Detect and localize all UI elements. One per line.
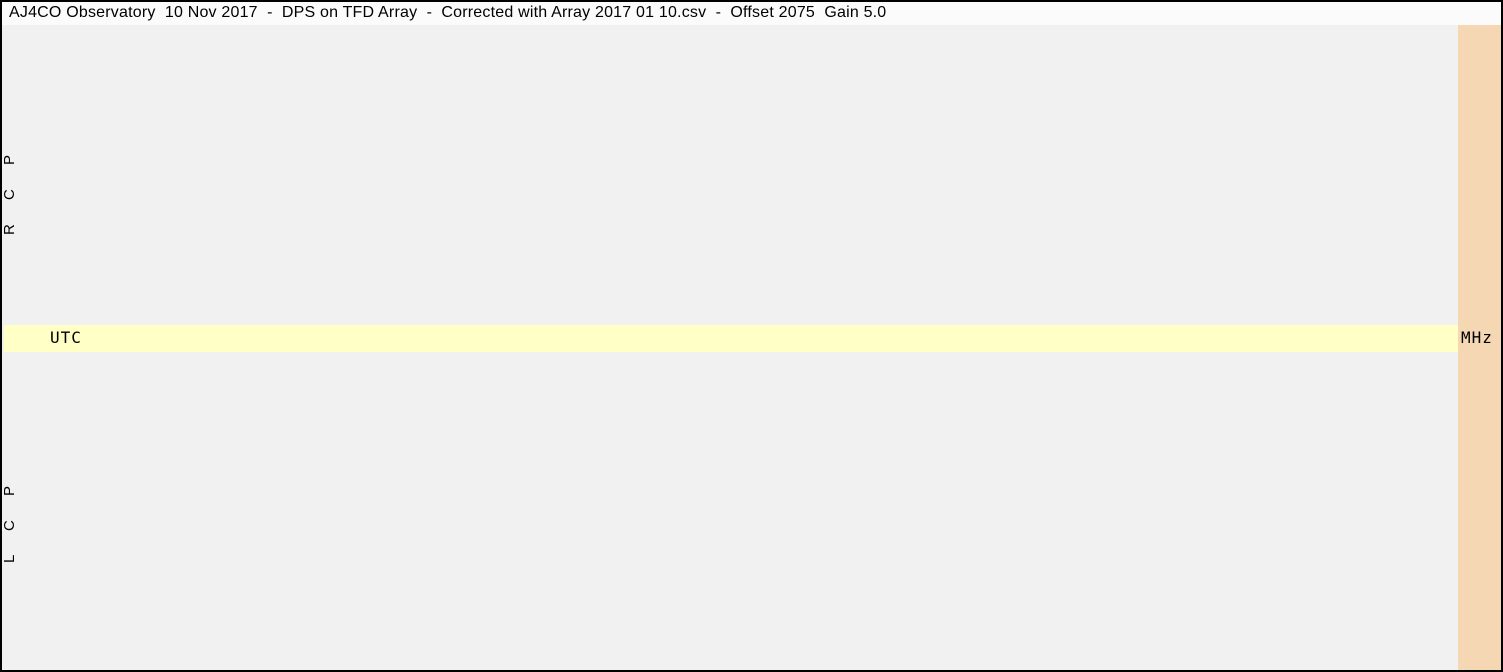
time-axis-strip (4, 325, 1458, 352)
spectrogram-rcp (18, 26, 1457, 324)
spectrogram-lcp (18, 352, 1457, 650)
polarization-label-rcp: R C P (1, 145, 18, 236)
mhz-unit-label: MHz (1461, 328, 1493, 347)
utc-unit-label: UTC (50, 328, 82, 347)
app-window: AJ4CO Observatory 10 Nov 2017 - DPS on T… (0, 0, 1503, 672)
page-title: AJ4CO Observatory 10 Nov 2017 - DPS on T… (9, 4, 887, 21)
polarization-label-lcp: L C P (1, 476, 18, 564)
title-bar: AJ4CO Observatory 10 Nov 2017 - DPS on T… (2, 2, 1501, 25)
